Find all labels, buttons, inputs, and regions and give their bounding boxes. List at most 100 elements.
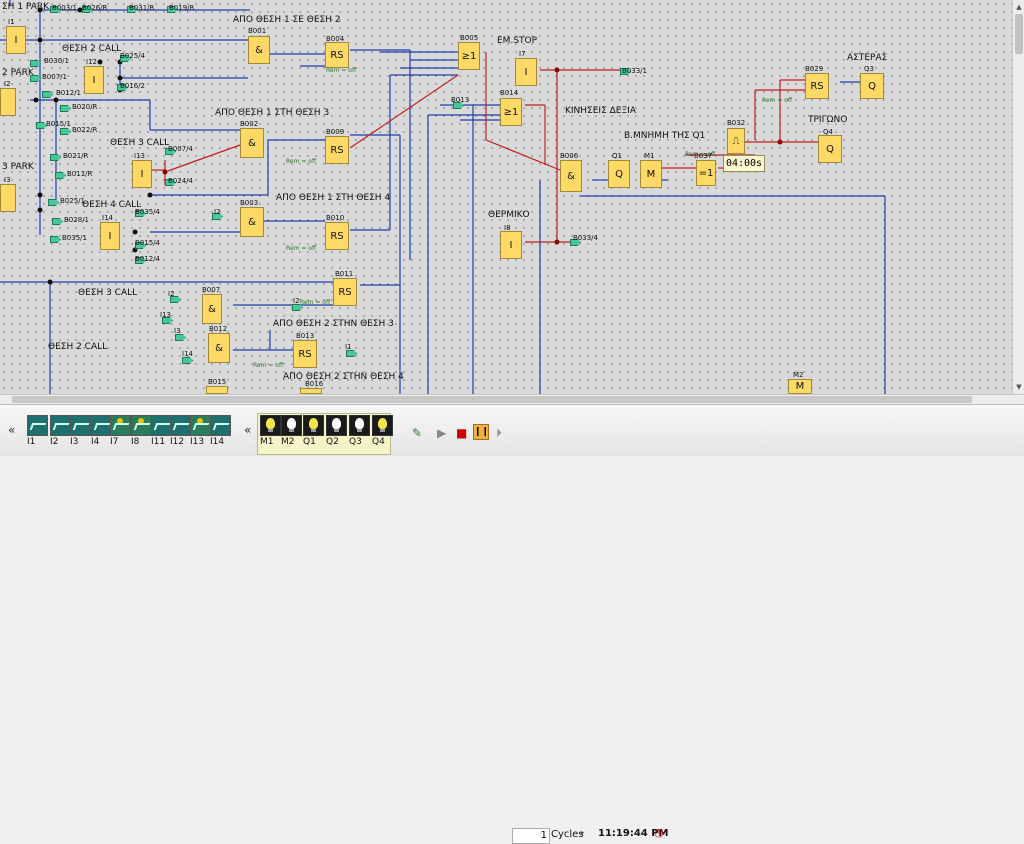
connector-label: I3	[174, 327, 181, 335]
block-rs[interactable]: RS	[333, 278, 357, 306]
scroll-thumb[interactable]	[12, 396, 972, 403]
vertical-scrollbar[interactable]: ▲ ▼	[1012, 0, 1024, 394]
block-timer[interactable]: ⎍	[727, 128, 745, 154]
input-block-emstop[interactable]: I	[515, 58, 537, 86]
block-rs[interactable]: RS	[325, 136, 349, 164]
bulb-icon	[372, 415, 393, 436]
block-label: B009	[326, 128, 345, 136]
input-toggle-label: I4	[91, 437, 100, 447]
block-rs[interactable]: RS	[325, 222, 349, 250]
block-label: B003	[240, 199, 259, 207]
input-block[interactable]	[0, 88, 16, 116]
input-toggle-i12[interactable]: I12	[170, 415, 191, 449]
input-block[interactable]: I	[6, 26, 26, 54]
input-toggle-i4[interactable]: I4	[91, 415, 112, 449]
output-block[interactable]: Q	[608, 160, 630, 188]
input-toggle-label: I3	[70, 437, 79, 447]
switch-icon	[151, 415, 172, 436]
output-indicator-m2: M2	[281, 415, 302, 449]
connector-label: B016/2	[120, 82, 145, 90]
output-label: M2	[793, 371, 804, 379]
block-and[interactable]: &	[208, 333, 230, 363]
remanence-label: Rem = off	[286, 158, 317, 165]
input-toggle-i7[interactable]: I7	[110, 415, 131, 449]
output-indicator-q4: Q4	[372, 415, 393, 449]
input-toggle-i14[interactable]: I14	[210, 415, 231, 449]
connector-label: I2	[214, 208, 221, 216]
input-toggle-label: I12	[170, 437, 185, 447]
input-block-thermal[interactable]: I	[500, 231, 522, 259]
switch-icon	[91, 415, 112, 436]
block-and[interactable]: &	[240, 128, 264, 158]
connector-label: B015/1	[46, 120, 71, 128]
block-or[interactable]: ≥1	[458, 42, 480, 70]
output-block[interactable]: M	[640, 160, 662, 188]
connector-label: B035/1	[62, 234, 87, 242]
input-toggle-i2[interactable]: I2	[50, 415, 71, 449]
scroll-thumb[interactable]	[1015, 14, 1023, 54]
input-toggle-i1[interactable]: I1	[27, 415, 48, 449]
block-partial[interactable]	[206, 386, 228, 394]
chevron-down-icon[interactable]: ▾	[580, 829, 584, 838]
block-label: B006	[560, 152, 579, 160]
block-and[interactable]: &	[240, 207, 264, 237]
switch-icon	[210, 415, 231, 436]
scroll-up-icon[interactable]: ▲	[1014, 2, 1024, 12]
block-or[interactable]: ≥1	[500, 98, 522, 126]
input-block[interactable]: I	[100, 222, 120, 250]
input-toggle-i11[interactable]: I11	[151, 415, 172, 449]
block-rs[interactable]: RS	[293, 340, 317, 368]
connector-label: B003/1	[52, 4, 77, 12]
remanence-label: Rem = off	[762, 97, 793, 104]
output-indicator-q1: Q1	[303, 415, 324, 449]
connector-label: B025/1	[60, 197, 85, 205]
input-toggle-label: I11	[151, 437, 166, 447]
output-block[interactable]: M	[788, 379, 812, 394]
collapse-chevron-icon[interactable]: «	[8, 423, 15, 437]
input-block[interactable]	[0, 184, 16, 212]
block-rs[interactable]: RS	[805, 73, 829, 99]
cycles-input[interactable]: 1	[512, 828, 550, 844]
block-xor[interactable]: =1	[696, 160, 716, 186]
switch-icon	[110, 415, 131, 436]
caption: 3 PARK	[2, 162, 34, 172]
output-block[interactable]: Q	[818, 135, 842, 163]
play-icon[interactable]: ▶	[437, 426, 446, 440]
program-canvas[interactable]: ΣΗ 1 PARK ΘΕΣΗ 2 CALL 2 PARK ΑΠΟ ΘΕΣΗ 1 …	[0, 0, 1012, 394]
pause-icon[interactable]: ❙❙	[473, 424, 489, 440]
simulation-icon[interactable]: ✎	[412, 426, 422, 440]
connector-label: B026/R	[82, 4, 108, 12]
input-toggle-label: I2	[50, 437, 59, 447]
connector-label: B007/1	[42, 73, 67, 81]
caption: ΑΣΤΕΡΑΣ	[847, 53, 888, 63]
block-and[interactable]: &	[248, 36, 270, 64]
connector-label: B028/1	[64, 216, 89, 224]
block-and[interactable]: &	[202, 294, 222, 324]
output-indicator-label: Q3	[349, 437, 362, 447]
input-toggle-i3[interactable]: I3	[70, 415, 91, 449]
caption: ΘΕΣΗ 3 CALL	[78, 288, 138, 298]
block-label: B016	[305, 380, 324, 388]
simulation-toolbar: « I1 I2 I3 I4 I7 I8 I11 I12 I13 I14 « M1 M2 Q1 Q2 Q3 Q…	[0, 404, 1024, 844]
output-indicator-label: Q1	[303, 437, 316, 447]
scroll-down-icon[interactable]: ▼	[1014, 382, 1024, 392]
block-rs[interactable]: RS	[325, 42, 349, 68]
collapse-chevron-icon[interactable]: «	[244, 423, 251, 437]
bulb-icon	[303, 415, 324, 436]
step-icon[interactable]: ⏵	[496, 426, 502, 441]
output-block[interactable]: Q	[860, 73, 884, 99]
input-block[interactable]: I	[84, 66, 104, 94]
block-label: B010	[326, 214, 345, 222]
bulb-icon	[281, 415, 302, 436]
input-toggle-i13[interactable]: I13	[190, 415, 211, 449]
input-toggle-i8[interactable]: I8	[131, 415, 152, 449]
stop-icon[interactable]: ■	[456, 426, 467, 440]
clock-icon[interactable]: ◷	[654, 826, 664, 839]
caption: ΑΠΟ ΘΕΣΗ 1 ΣΤΗ ΘΕΣΗ 3	[215, 108, 330, 118]
block-and[interactable]: &	[560, 160, 582, 192]
connector-label: B033/1	[622, 67, 647, 75]
input-block[interactable]: I	[132, 160, 152, 188]
input-label: I14	[102, 214, 113, 222]
output-indicator-label: M2	[281, 437, 295, 447]
connector-label: B025/4	[120, 52, 145, 60]
